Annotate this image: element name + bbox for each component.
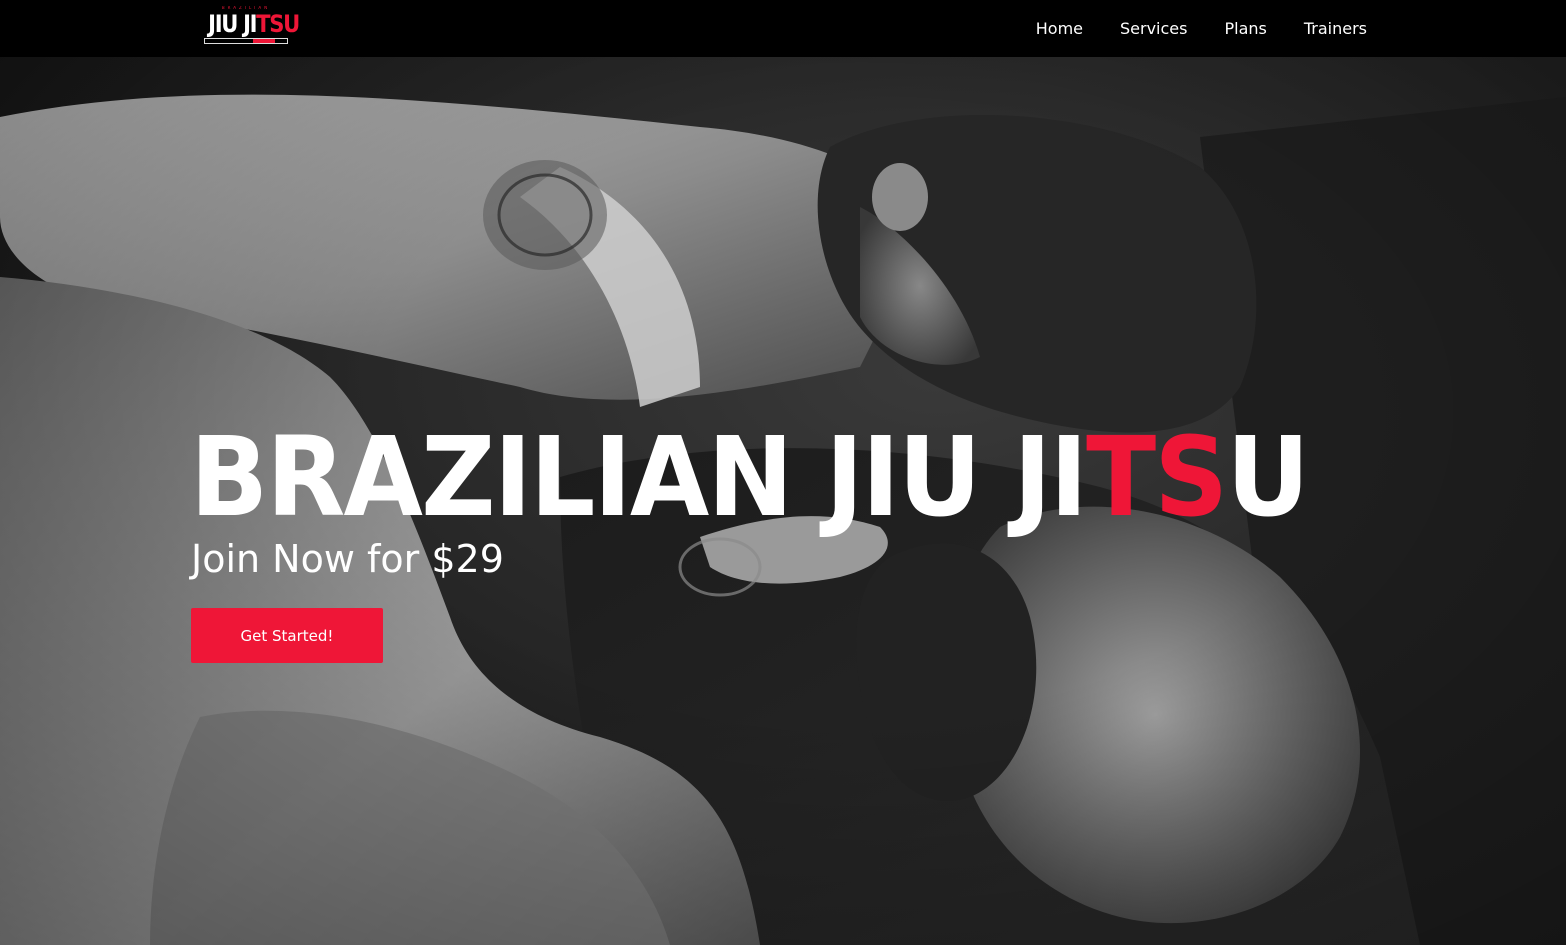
brand-logo[interactable]: BRAZILIAN JIU JITSU [203, 6, 300, 46]
logo-wordmark-red: TSU [256, 10, 300, 38]
main-nav: Home Services Plans Trainers [1036, 0, 1367, 57]
logo-belt-stripe [253, 39, 275, 43]
get-started-button[interactable]: Get Started! [191, 608, 383, 663]
logo-wordmark-white: JIU JI [208, 10, 257, 38]
hero-title-end: U [1226, 413, 1309, 541]
page: BRAZILIAN JIU JITSU Home Services Plans … [0, 0, 1566, 945]
hero-subtitle: Join Now for $29 [191, 537, 504, 581]
nav-link-home[interactable]: Home [1036, 19, 1083, 38]
hero-title: BRAZILIAN JIU JITSU [190, 417, 1310, 537]
logo-wordmark: JIU JITSU [208, 10, 300, 38]
logo-belt-bar [204, 38, 288, 44]
hero-title-white: BRAZILIAN JIU JI [190, 413, 1088, 541]
nav-link-trainers[interactable]: Trainers [1304, 19, 1367, 38]
nav-link-services[interactable]: Services [1120, 19, 1187, 38]
nav-link-plans[interactable]: Plans [1224, 19, 1266, 38]
navbar: BRAZILIAN JIU JITSU Home Services Plans … [0, 0, 1566, 57]
hero-section: BRAZILIAN JIU JITSU Join Now for $29 Get… [0, 57, 1566, 945]
hero-title-accent: TS [1086, 413, 1228, 541]
